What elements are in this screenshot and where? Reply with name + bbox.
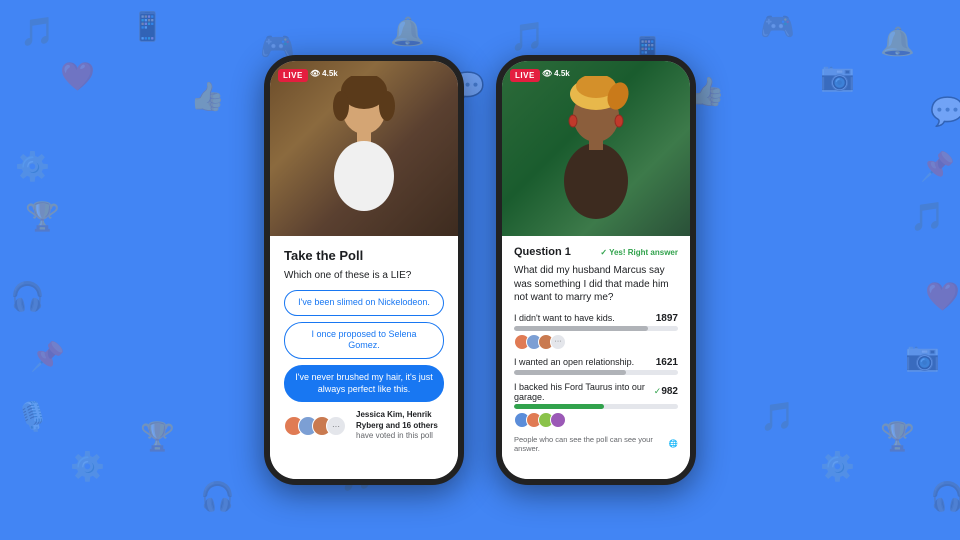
globe-icon: 🌐: [669, 439, 678, 448]
poll-option-1[interactable]: I've been slimed on Nickelodeon.: [284, 290, 444, 316]
voter-names: Jessica Kim, Henrik Ryberg and 16 others: [356, 410, 438, 429]
results-header: Question 1 ✓ Yes! Right answer: [514, 246, 678, 258]
correct-badge: ✓ Yes! Right answer: [600, 248, 678, 257]
phone-1-viewer-count: 👁 4.5k: [310, 69, 338, 78]
poll-option-3[interactable]: I've never brushed my hair, it's just al…: [284, 365, 444, 402]
result-bar-1: [514, 326, 648, 331]
result-row-3: I backed his Ford Taurus into our garage…: [514, 382, 678, 428]
result-label-1: I didn't want to have kids.: [514, 313, 656, 323]
result-bar-3: [514, 404, 604, 409]
voter-action: have voted in this poll: [356, 431, 433, 440]
results-card: Question 1 ✓ Yes! Right answer What did …: [502, 236, 690, 479]
phone-1-video: LIVE 👁 4.5k: [270, 61, 458, 236]
result-row-2: I wanted an open relationship. 1621: [514, 357, 678, 375]
person-2-silhouette: [546, 76, 646, 236]
correct-text: Yes! Right answer: [609, 248, 678, 257]
result-label-row-3: I backed his Ford Taurus into our garage…: [514, 382, 678, 402]
poll-question: Which one of these is a LIE?: [284, 269, 444, 282]
result-bar-2: [514, 370, 626, 375]
phone-1-live-badge: LIVE: [278, 69, 308, 82]
phone-2-video: LIVE 👁 4.5k: [502, 61, 690, 236]
result-label-3: I backed his Ford Taurus into our garage…: [514, 382, 661, 402]
phone-1-screen: LIVE 👁 4.5k Take the Poll Which one of t…: [270, 61, 458, 479]
avatar-more: ···: [326, 416, 346, 436]
phone-2: LIVE 👁 4.5k Question 1 ✓ Yes! Right answ…: [496, 55, 696, 485]
result-avatars-3: [514, 412, 678, 428]
phone-1: LIVE 👁 4.5k Take the Poll Which one of t…: [264, 55, 464, 485]
question-label: Question 1: [514, 246, 571, 258]
result-label-row-1: I didn't want to have kids. 1897: [514, 313, 678, 324]
footer-text: People who can see the poll can see your…: [514, 435, 666, 453]
poll-option-2[interactable]: I once proposed to Selena Gomez.: [284, 322, 444, 359]
result-row-1: I didn't want to have kids. 1897 ···: [514, 313, 678, 350]
result-count-3: 982: [661, 386, 678, 397]
main-container: LIVE 👁 4.5k Take the Poll Which one of t…: [0, 0, 960, 540]
check-icon: ✓: [600, 248, 607, 257]
result-label-row-2: I wanted an open relationship. 1621: [514, 357, 678, 368]
result-count-1: 1897: [656, 313, 678, 324]
poll-voters: ··· Jessica Kim, Henrik Ryberg and 16 ot…: [284, 410, 444, 441]
small-avatar-3d: [550, 412, 566, 428]
poll-card: Take the Poll Which one of these is a LI…: [270, 236, 458, 479]
phone-2-viewer-count: 👁 4.5k: [542, 69, 570, 78]
person-1-silhouette: [319, 76, 409, 236]
result-label-2: I wanted an open relationship.: [514, 357, 656, 367]
result-count-2: 1621: [656, 357, 678, 368]
results-question: What did my husband Marcus say was somet…: [514, 264, 678, 305]
voter-avatars: ···: [284, 416, 340, 436]
phone-2-live-badge: LIVE: [510, 69, 540, 82]
result-avatars-1: ···: [514, 334, 678, 350]
result-footer: People who can see the poll can see your…: [514, 435, 678, 453]
phone-2-screen: LIVE 👁 4.5k Question 1 ✓ Yes! Right answ…: [502, 61, 690, 479]
voter-text: Jessica Kim, Henrik Ryberg and 16 others…: [356, 410, 444, 441]
small-avatar-more: ···: [550, 334, 566, 350]
poll-title: Take the Poll: [284, 248, 444, 263]
result-bar-bg-3: [514, 404, 678, 409]
result-bar-bg-1: [514, 326, 678, 331]
answer-correct-icon: ✓: [654, 386, 662, 397]
result-bar-bg-2: [514, 370, 678, 375]
